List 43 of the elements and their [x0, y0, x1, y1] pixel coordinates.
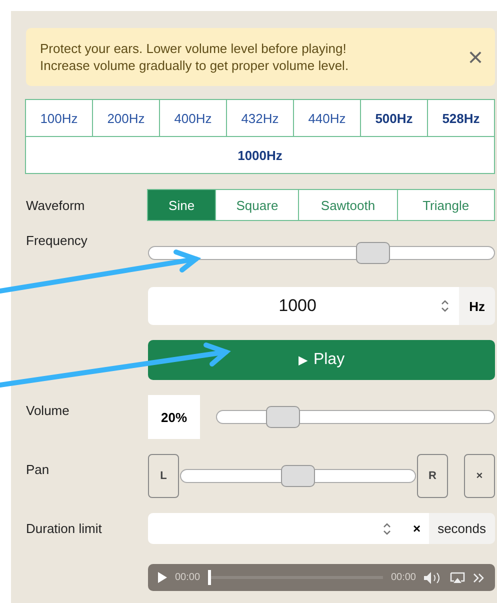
- frequency-preset-button[interactable]: 200Hz: [92, 99, 160, 137]
- waveform-tab[interactable]: Square: [215, 189, 300, 221]
- warning-text: Increase volume gradually to get proper volume level.: [40, 57, 349, 74]
- time-text: 00:00: [390, 572, 416, 583]
- frequency-preset-button[interactable]: 400Hz: [159, 99, 227, 137]
- warning-text: Protect your ears. Lower volume level before playing!: [40, 40, 348, 57]
- frequency-preset-button[interactable]: 1000Hz: [25, 136, 495, 174]
- pan-reset-button[interactable]: ×: [464, 454, 495, 498]
- playhead[interactable]: [208, 570, 212, 585]
- field-label: Frequency: [26, 233, 88, 248]
- unit-label: Hz: [459, 287, 495, 325]
- stepper-icon[interactable]: [439, 298, 452, 314]
- pan-right-button[interactable]: R: [417, 454, 448, 498]
- frequency-preset-button[interactable]: 440Hz: [293, 99, 361, 137]
- speaker-icon[interactable]: [424, 572, 442, 584]
- clear-button[interactable]: ×: [412, 521, 421, 536]
- number-field[interactable]: 1000: [148, 287, 460, 325]
- duration-field[interactable]: ×: [148, 513, 429, 544]
- slider-thumb[interactable]: [356, 242, 390, 264]
- frequency-preset-button[interactable]: 100Hz: [25, 99, 93, 137]
- time-text: 00:00: [175, 572, 200, 583]
- waveform-tab[interactable]: Sine: [147, 189, 216, 221]
- waveform-tab[interactable]: Sawtooth: [298, 189, 398, 221]
- chevrons-icon[interactable]: [473, 572, 485, 582]
- frequency-preset-button[interactable]: 528Hz: [427, 99, 495, 137]
- field-label: Volume: [26, 402, 70, 418]
- play-icon[interactable]: [158, 572, 167, 583]
- slider-thumb[interactable]: [266, 406, 300, 428]
- frequency-preset-button[interactable]: 500Hz: [360, 99, 428, 137]
- play-button[interactable]: ▶ Play: [148, 340, 495, 380]
- stepper-icon[interactable]: [380, 520, 393, 536]
- frequency-input[interactable]: 1000: [156, 295, 440, 317]
- slider-thumb[interactable]: [281, 465, 315, 487]
- pan-left-button[interactable]: L: [148, 454, 179, 498]
- field-label: Pan: [26, 461, 50, 477]
- unit-label: seconds: [428, 513, 495, 544]
- field-label: Waveform: [26, 198, 86, 212]
- close-button[interactable]: ×: [468, 44, 483, 70]
- frequency-preset-button[interactable]: 432Hz: [226, 99, 294, 137]
- field-label: Duration limit: [26, 521, 103, 536]
- volume-reading: 20%: [148, 395, 200, 439]
- waveform-tab[interactable]: Triangle: [396, 189, 495, 221]
- cast-icon[interactable]: [450, 572, 465, 584]
